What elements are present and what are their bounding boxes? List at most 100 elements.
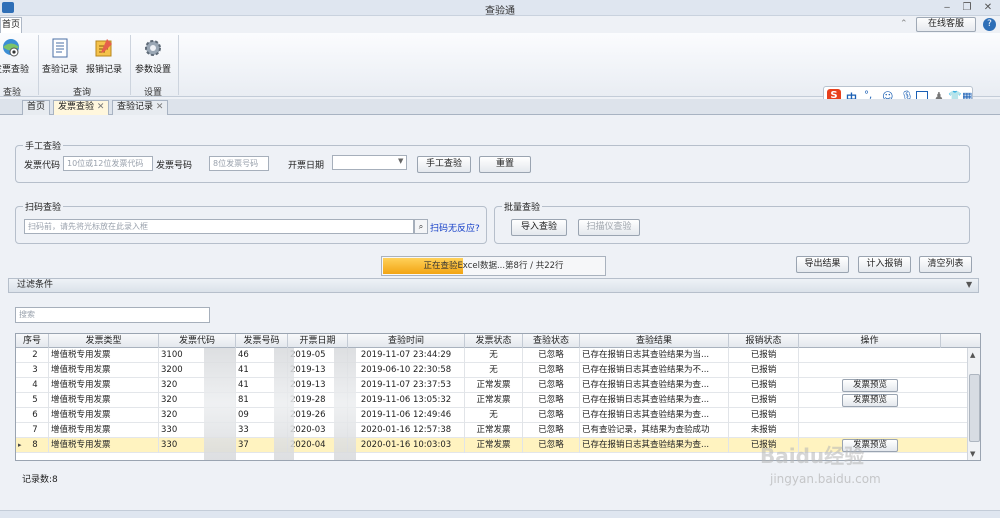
- table-cell: 增值税专用发票: [49, 438, 159, 453]
- chevron-down-icon[interactable]: ▼: [966, 280, 972, 289]
- table-cell: 已忽略: [523, 408, 580, 423]
- table-cell: 无: [465, 348, 523, 363]
- reimburse-records-label: 报销记录: [85, 65, 122, 75]
- invoice-code-input[interactable]: 10位或12位发票代码: [63, 156, 153, 171]
- group-check-label: 查验: [2, 88, 21, 98]
- table-row[interactable]: 7 增值税专用发票 330 33 2020-03 2020-01-16 12:57:38 正…: [16, 423, 968, 438]
- pencil-notebook-icon: [95, 39, 112, 57]
- table-cell: 已报销: [729, 348, 799, 363]
- table-cell: 正常发票: [465, 378, 523, 393]
- invoice-preview-button[interactable]: 发票预览: [842, 379, 898, 392]
- column-header[interactable]: 开票日期: [288, 334, 348, 348]
- column-header[interactable]: 查验状态: [523, 334, 580, 348]
- table-cell: 已存在报销日志其查验结果为当...: [580, 348, 729, 363]
- table-cell: 2019-11-07 23:37:53: [348, 378, 465, 393]
- invoice-code-label: 发票代码: [24, 161, 61, 171]
- invoice-date-label: 开票日期: [288, 161, 325, 171]
- table-cell: 已报销: [729, 408, 799, 423]
- table-row[interactable]: 2 增值税专用发票 3100 46 2019-05 2019-11-07 23:44:29…: [16, 348, 968, 363]
- doc-tab-check-records-label: 查验记录: [117, 102, 154, 112]
- column-header[interactable]: 发票号码: [236, 334, 288, 348]
- online-service-button[interactable]: 在线客服: [916, 17, 976, 32]
- scroll-down-icon[interactable]: ▼: [970, 450, 975, 458]
- clear-list-button[interactable]: 清空列表: [919, 256, 972, 273]
- settings-button[interactable]: 参数设置: [134, 35, 172, 75]
- reset-button[interactable]: 重置: [479, 156, 531, 173]
- table-cell: 未报销: [729, 423, 799, 438]
- invoice-date-picker[interactable]: [332, 155, 407, 170]
- reimburse-records-button[interactable]: 报销记录: [85, 35, 123, 75]
- settings-label: 参数设置: [134, 65, 171, 75]
- filter-bar[interactable]: 过滤条件: [8, 278, 979, 293]
- table-row[interactable]: 4 增值税专用发票 320 41 2019-13 2019-11-07 23:37:53 正…: [16, 378, 968, 393]
- invoice-check-button[interactable]: 发票查验: [0, 35, 30, 75]
- table-cell: 无: [465, 363, 523, 378]
- table-cell: 已存在报销日志其查验结果为不...: [580, 363, 729, 378]
- manual-check-button[interactable]: 手工查验: [417, 156, 471, 173]
- scan-no-response-link[interactable]: 扫码无反应?: [430, 221, 480, 234]
- progress-bar: 正在查验Excel数据...第8行 / 共22行: [381, 256, 606, 276]
- redaction-blur: [334, 348, 356, 460]
- table-cell: 3: [16, 363, 49, 378]
- doc-tab-check-records[interactable]: 查验记录 ✕: [112, 100, 169, 115]
- close-icon[interactable]: ✕: [979, 1, 997, 14]
- table-cell: 已忽略: [523, 438, 580, 453]
- doc-tab-invoice-check-label: 发票查验: [58, 102, 95, 112]
- table-cell: 增值税专用发票: [49, 378, 159, 393]
- filter-label: 过滤条件: [17, 280, 54, 290]
- doc-tab-home[interactable]: 首页: [22, 100, 51, 115]
- record-count: 记录数:8: [22, 475, 58, 485]
- close-tab-icon[interactable]: ✕: [156, 102, 164, 112]
- export-results-button[interactable]: 导出结果: [796, 256, 849, 273]
- table-row[interactable]: 3 增值税专用发票 3200 41 2019-13 2019-06-10 22:30:58…: [16, 363, 968, 378]
- table-cell: 2: [16, 348, 49, 363]
- group-separator: [38, 35, 39, 95]
- ribbon-tab-home[interactable]: 首页: [0, 17, 22, 33]
- window-title: 查验通: [485, 6, 515, 17]
- table-cell: 6: [16, 408, 49, 423]
- table-cell: 2019-06-10 22:30:58: [348, 363, 465, 378]
- add-reimburse-button[interactable]: 计入报销: [858, 256, 911, 273]
- column-header[interactable]: 发票类型: [49, 334, 159, 348]
- search-icon[interactable]: ⌕: [414, 219, 428, 234]
- invoice-number-input[interactable]: 8位发票号码: [209, 156, 269, 171]
- close-tab-icon[interactable]: ✕: [97, 102, 105, 112]
- restore-icon[interactable]: ❐: [958, 1, 976, 14]
- table-row[interactable]: 6 增值税专用发票 320 09 2019-26 2019-11-06 12:49:46 无…: [16, 408, 968, 423]
- invoice-preview-button[interactable]: 发票预览: [842, 394, 898, 407]
- import-check-button[interactable]: 导入查验: [511, 219, 567, 236]
- invoice-number-label: 发票号码: [156, 161, 193, 171]
- doc-tab-home-label: 首页: [27, 102, 46, 112]
- help-icon[interactable]: ?: [983, 18, 996, 31]
- scan-input[interactable]: 扫码前，请先将光标放在此录入框: [24, 219, 414, 234]
- column-header[interactable]: 报销状态: [729, 334, 799, 348]
- table-cell: 2019-11-06 12:49:46: [348, 408, 465, 423]
- column-header[interactable]: 操作: [799, 334, 941, 348]
- collapse-ribbon-icon[interactable]: ⌃: [900, 19, 908, 29]
- column-header[interactable]: 发票代码: [159, 334, 236, 348]
- scrollbar-thumb[interactable]: [969, 374, 980, 442]
- gear-icon: [145, 40, 161, 56]
- table-cell: 无: [465, 408, 523, 423]
- scanner-check-button[interactable]: 扫描仪查验: [578, 219, 640, 236]
- watermark-url: jingyan.baidu.com: [770, 472, 881, 486]
- table-cell: 已报销: [729, 393, 799, 408]
- table-cell: 2020-01-16 12:57:38: [348, 423, 465, 438]
- column-header[interactable]: 查验结果: [580, 334, 729, 348]
- scroll-up-icon[interactable]: ▲: [970, 351, 975, 359]
- column-header[interactable]: 序号: [16, 334, 49, 348]
- column-header[interactable]: 发票状态: [465, 334, 523, 348]
- table-cell: 增值税专用发票: [49, 348, 159, 363]
- table-row[interactable]: 5 增值税专用发票 320 81 2019-28 2019-11-06 13:05:32 正…: [16, 393, 968, 408]
- search-input[interactable]: 搜索: [15, 307, 210, 323]
- document-list-icon: [52, 38, 68, 58]
- column-header[interactable]: 查验时间: [348, 334, 465, 348]
- current-row-indicator: ▸: [18, 441, 22, 449]
- doc-tab-invoice-check[interactable]: 发票查验 ✕: [53, 100, 110, 115]
- vertical-scrollbar[interactable]: ▲ ▼: [967, 348, 980, 460]
- minimize-icon[interactable]: ‒: [938, 1, 956, 14]
- check-records-button[interactable]: 查验记录: [41, 35, 79, 75]
- status-bar: [0, 510, 1000, 518]
- table-cell: 已忽略: [523, 378, 580, 393]
- chevron-down-icon[interactable]: ▼: [398, 157, 403, 165]
